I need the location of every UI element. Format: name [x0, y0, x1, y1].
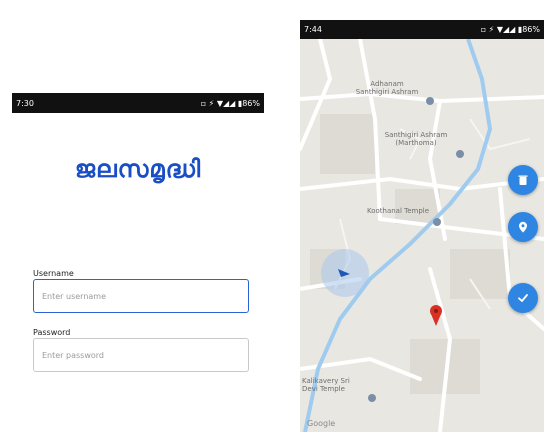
poi-label: Kalikavery Sri Devi Temple	[302, 377, 350, 393]
add-location-button[interactable]	[508, 212, 538, 242]
username-field[interactable]	[33, 279, 249, 313]
poi-pin-icon[interactable]	[433, 218, 441, 226]
password-input[interactable]	[34, 339, 248, 371]
poi-label: Santhigiri Ashram (Marthoma)	[384, 131, 448, 147]
poi-pin-icon[interactable]	[456, 150, 464, 158]
poi-pin-icon[interactable]	[368, 394, 376, 402]
map-view[interactable]	[300, 39, 544, 432]
app-title: ജലസമൃദ്ധി	[74, 155, 202, 183]
password-label: Password	[33, 328, 71, 337]
confirm-button[interactable]	[508, 283, 538, 313]
google-attribution: Google	[307, 419, 336, 428]
map-screen: 7:44 ▫ ⚡ ▼◢◢ ▮86% Adhanam Santhigiri Ash…	[300, 20, 544, 432]
login-screen: 7:30 ▫ ⚡ ▼◢◢ ▮86% ജലസമൃദ്ധി Username Pas…	[12, 93, 264, 403]
username-label: Username	[33, 269, 74, 278]
status-icons: ▫ ⚡ ▼◢◢ ▮86%	[480, 25, 540, 34]
poi-pin-icon[interactable]	[426, 97, 434, 105]
trash-icon	[518, 175, 528, 185]
poi-label: Koothanal Temple	[366, 207, 430, 215]
delete-button[interactable]	[508, 165, 538, 195]
status-time: 7:30	[16, 98, 34, 108]
status-icons: ▫ ⚡ ▼◢◢ ▮86%	[200, 98, 260, 108]
password-field[interactable]	[33, 338, 249, 372]
status-bar: 7:30 ▫ ⚡ ▼◢◢ ▮86%	[12, 93, 264, 113]
poi-label: Adhanam Santhigiri Ashram	[355, 80, 419, 96]
status-time: 7:44	[304, 25, 322, 34]
checkmark-icon	[518, 294, 528, 303]
username-input[interactable]	[34, 280, 248, 312]
location-pin-icon	[519, 221, 527, 233]
status-bar: 7:44 ▫ ⚡ ▼◢◢ ▮86%	[300, 20, 544, 39]
